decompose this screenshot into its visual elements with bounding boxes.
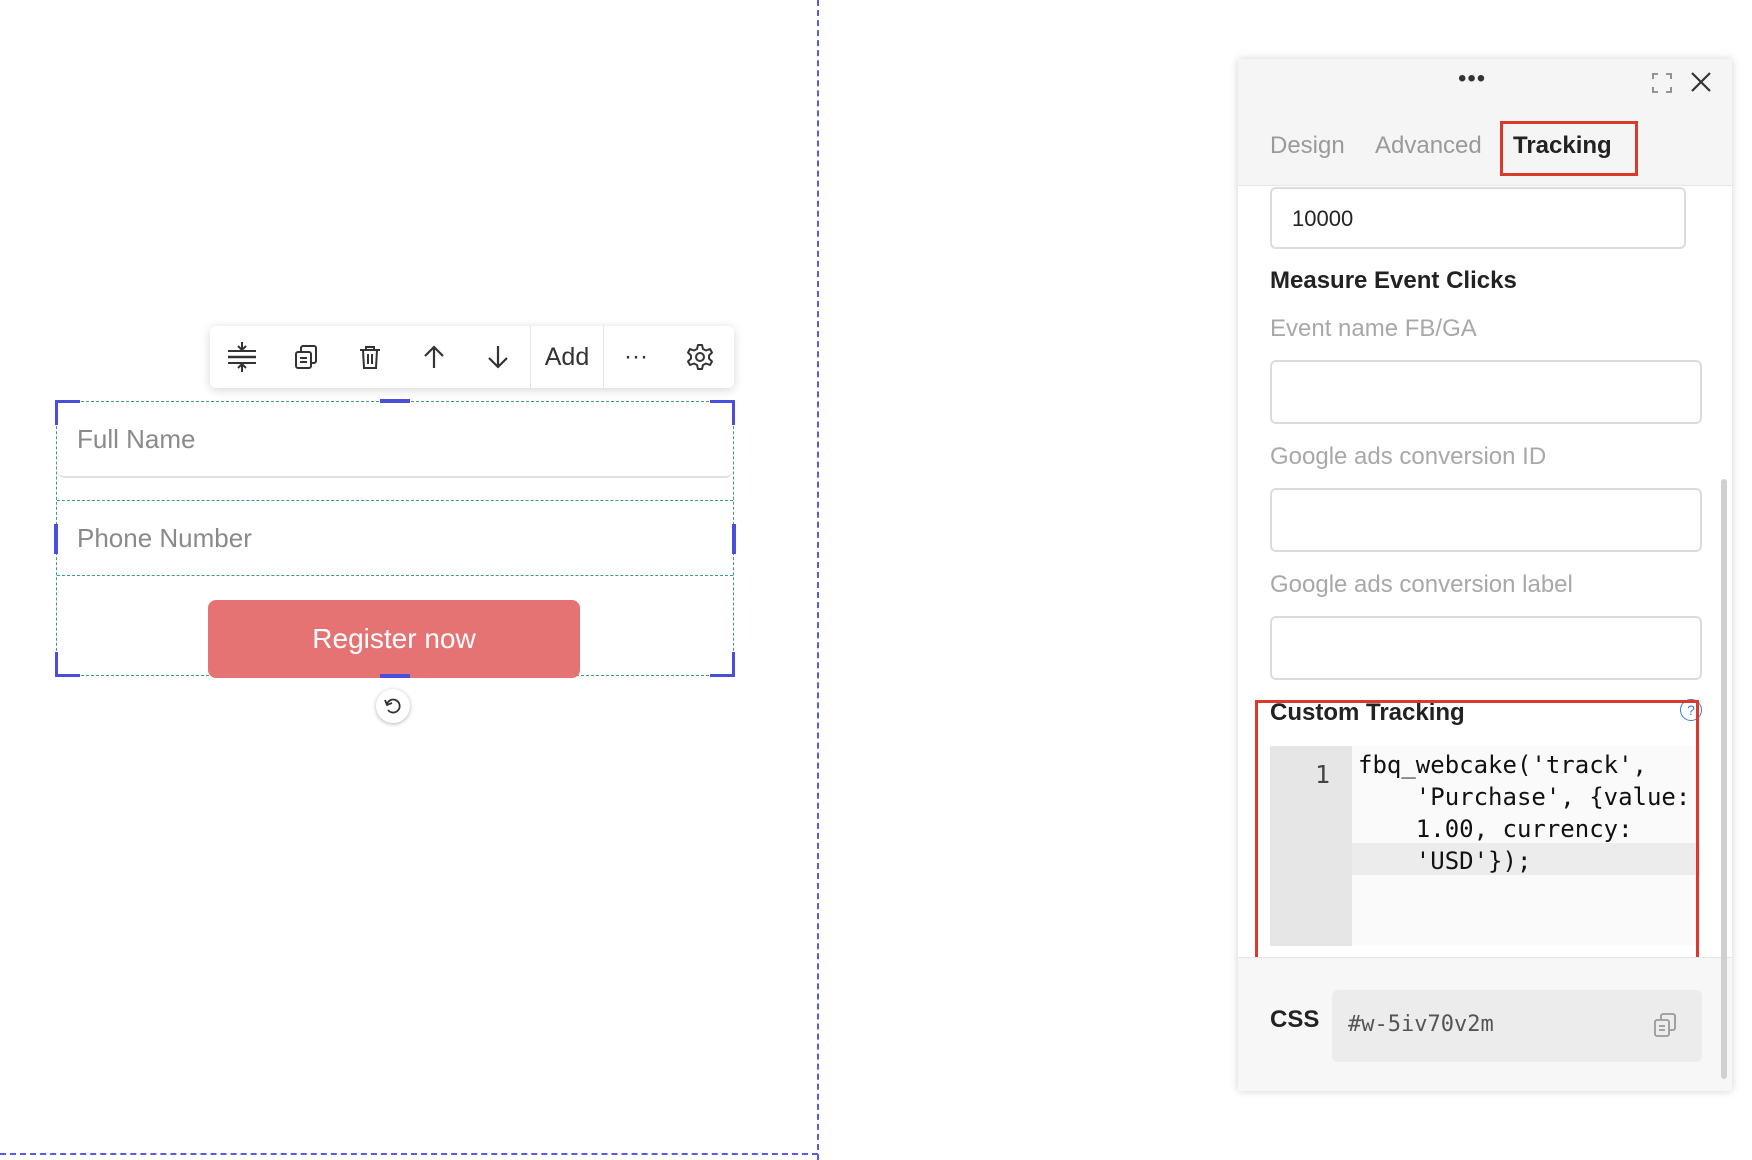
selection-corner-bottom-right[interactable] <box>710 652 735 677</box>
resize-handle-left[interactable] <box>54 524 58 554</box>
copy-icon[interactable] <box>1652 1012 1678 1038</box>
rotate-handle[interactable] <box>376 689 410 723</box>
settings-button[interactable] <box>668 326 732 388</box>
phone-number-input[interactable]: Phone Number <box>57 500 733 576</box>
expand-icon[interactable] <box>1652 73 1672 93</box>
delete-button[interactable] <box>338 326 402 388</box>
tab-advanced[interactable]: Advanced <box>1375 107 1482 185</box>
tab-design[interactable]: Design <box>1270 107 1345 185</box>
value-input-text: 10000 <box>1292 206 1354 231</box>
resize-handle-bottom[interactable] <box>380 674 410 678</box>
register-now-button[interactable]: Register now <box>208 600 580 678</box>
phone-number-placeholder: Phone Number <box>77 522 252 553</box>
full-name-placeholder: Full Name <box>77 423 196 454</box>
move-down-button[interactable] <box>466 326 530 388</box>
value-input[interactable]: 10000 <box>1270 187 1686 249</box>
measure-event-clicks-title: Measure Event Clicks <box>1270 267 1517 294</box>
custom-tracking-highlight <box>1255 700 1699 979</box>
conversion-id-input[interactable] <box>1270 488 1702 552</box>
duplicate-button[interactable] <box>274 326 338 388</box>
move-up-button[interactable] <box>402 326 466 388</box>
tracking-tab-highlight <box>1500 121 1638 176</box>
resize-handle-right[interactable] <box>732 524 736 554</box>
properties-panel: ••• Design Advanced Tracking 10000 Measu… <box>1238 59 1732 1091</box>
conversion-id-label: Google ads conversion ID <box>1270 443 1547 470</box>
trash-icon <box>360 346 380 369</box>
conversion-label-input[interactable] <box>1270 616 1702 680</box>
gear-icon <box>687 344 713 370</box>
css-label: CSS <box>1270 1006 1320 1033</box>
selection-corner-bottom-left[interactable] <box>55 652 80 677</box>
element-toolbar: Add ··· <box>210 326 734 388</box>
conversion-label-label: Google ads conversion label <box>1270 571 1573 598</box>
vertical-guide-line <box>817 0 819 1160</box>
rotate-icon <box>384 698 401 714</box>
arrow-up-icon <box>424 345 444 368</box>
selection-corner-top-right[interactable] <box>710 400 735 425</box>
add-button[interactable]: Add <box>531 326 603 388</box>
duplicate-icon <box>295 345 317 369</box>
resize-handle-top[interactable] <box>380 399 410 403</box>
form-element[interactable]: Full Name Phone Number Register now <box>54 399 736 678</box>
event-name-label: Event name FB/GA <box>1270 315 1477 342</box>
panel-tabs: Design Advanced Tracking <box>1238 107 1732 186</box>
css-row: CSS #w-5iv70v2m <box>1238 957 1732 1091</box>
more-button[interactable]: ··· <box>604 326 668 388</box>
horizontal-guide-line <box>0 1153 818 1155</box>
full-name-input[interactable]: Full Name <box>57 402 733 478</box>
arrow-down-icon <box>488 346 508 369</box>
spacing-button[interactable] <box>210 326 274 388</box>
css-id-field: #w-5iv70v2m <box>1332 990 1702 1062</box>
css-id-value: #w-5iv70v2m <box>1348 1012 1494 1037</box>
more-icon: ··· <box>624 343 648 370</box>
event-name-input[interactable] <box>1270 360 1702 424</box>
selection-corner-top-left[interactable] <box>55 400 80 425</box>
panel-drag-handle[interactable]: ••• <box>1458 65 1486 93</box>
panel-header: ••• <box>1238 59 1732 107</box>
panel-scrollbar[interactable] <box>1721 479 1727 1079</box>
spacing-icon <box>228 342 256 372</box>
close-icon[interactable] <box>1690 71 1712 93</box>
